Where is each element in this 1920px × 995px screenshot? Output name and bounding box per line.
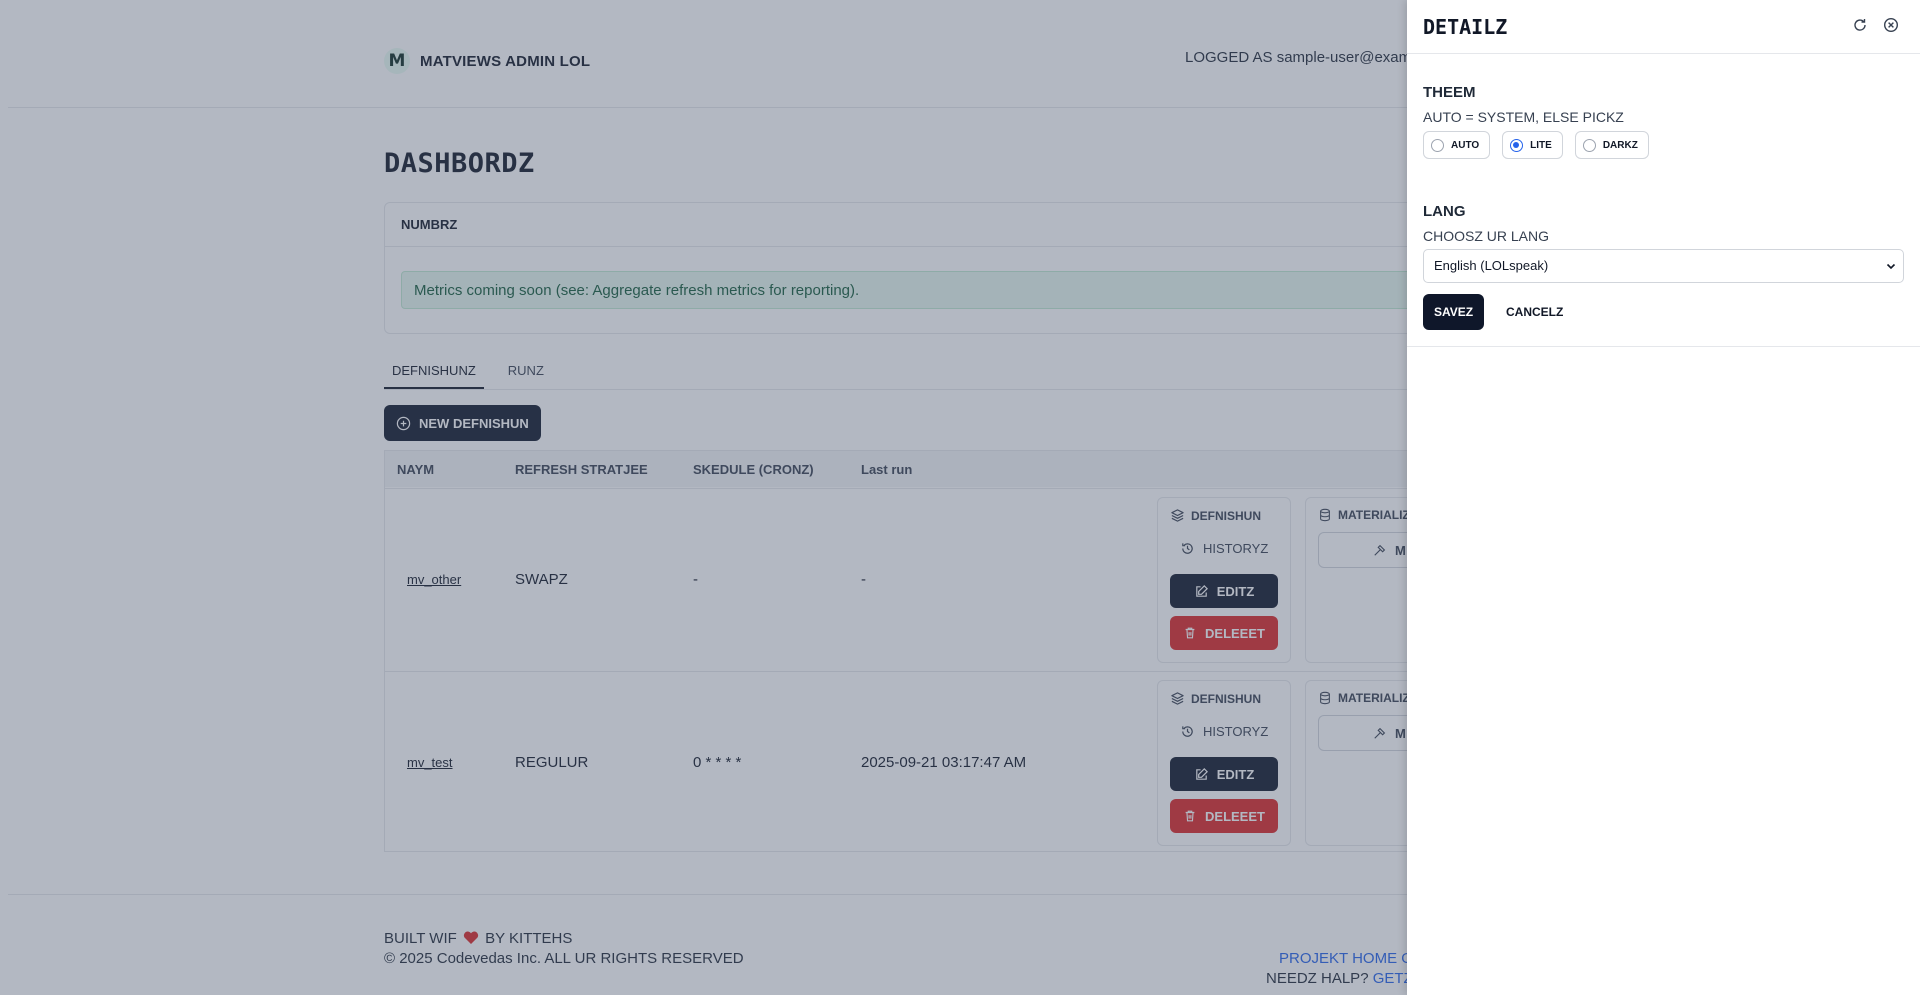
close-icon[interactable] <box>1881 15 1901 35</box>
cancel-button[interactable]: CANCELZ <box>1497 294 1572 330</box>
theme-option-auto[interactable]: AUTO <box>1423 131 1491 159</box>
radio-checked-icon[interactable] <box>1510 138 1524 152</box>
theme-section-title: THEEM <box>1423 84 1476 101</box>
radio-unchecked-icon[interactable] <box>1582 138 1596 152</box>
drawer-title: DETAILZ <box>1423 15 1508 39</box>
language-select[interactable]: English (LOLspeak) <box>1423 249 1904 283</box>
chevron-down-icon <box>1886 263 1896 270</box>
language-select-value: English (LOLspeak) <box>1434 258 1549 273</box>
theme-option-lite[interactable]: LITE <box>1502 131 1563 159</box>
save-button[interactable]: SAVEZ <box>1423 294 1485 330</box>
theme-section-subtitle: AUTO = SYSTEM, ELSE PICKZ <box>1423 109 1624 125</box>
radio-unchecked-icon[interactable] <box>1431 138 1444 152</box>
refresh-icon[interactable] <box>1850 15 1870 35</box>
details-drawer: DETAILZ THEEM AUTO = SYSTEM, ELSE PICKZ … <box>1407 0 1920 995</box>
theme-option-label: LITE <box>1530 139 1552 151</box>
drawer-header: DETAILZ <box>1407 0 1920 54</box>
theme-option-darkz[interactable]: DARKZ <box>1574 131 1649 159</box>
lang-section-title: LANG <box>1423 203 1466 220</box>
theme-option-label: DARKZ <box>1602 139 1638 151</box>
lang-section-subtitle: CHOOSZ UR LANG <box>1423 228 1550 244</box>
theme-option-label: AUTO <box>1451 139 1480 151</box>
theme-radio-group: AUTO LITE DARKZ <box>1423 131 1649 159</box>
drawer-divider <box>1407 346 1920 347</box>
